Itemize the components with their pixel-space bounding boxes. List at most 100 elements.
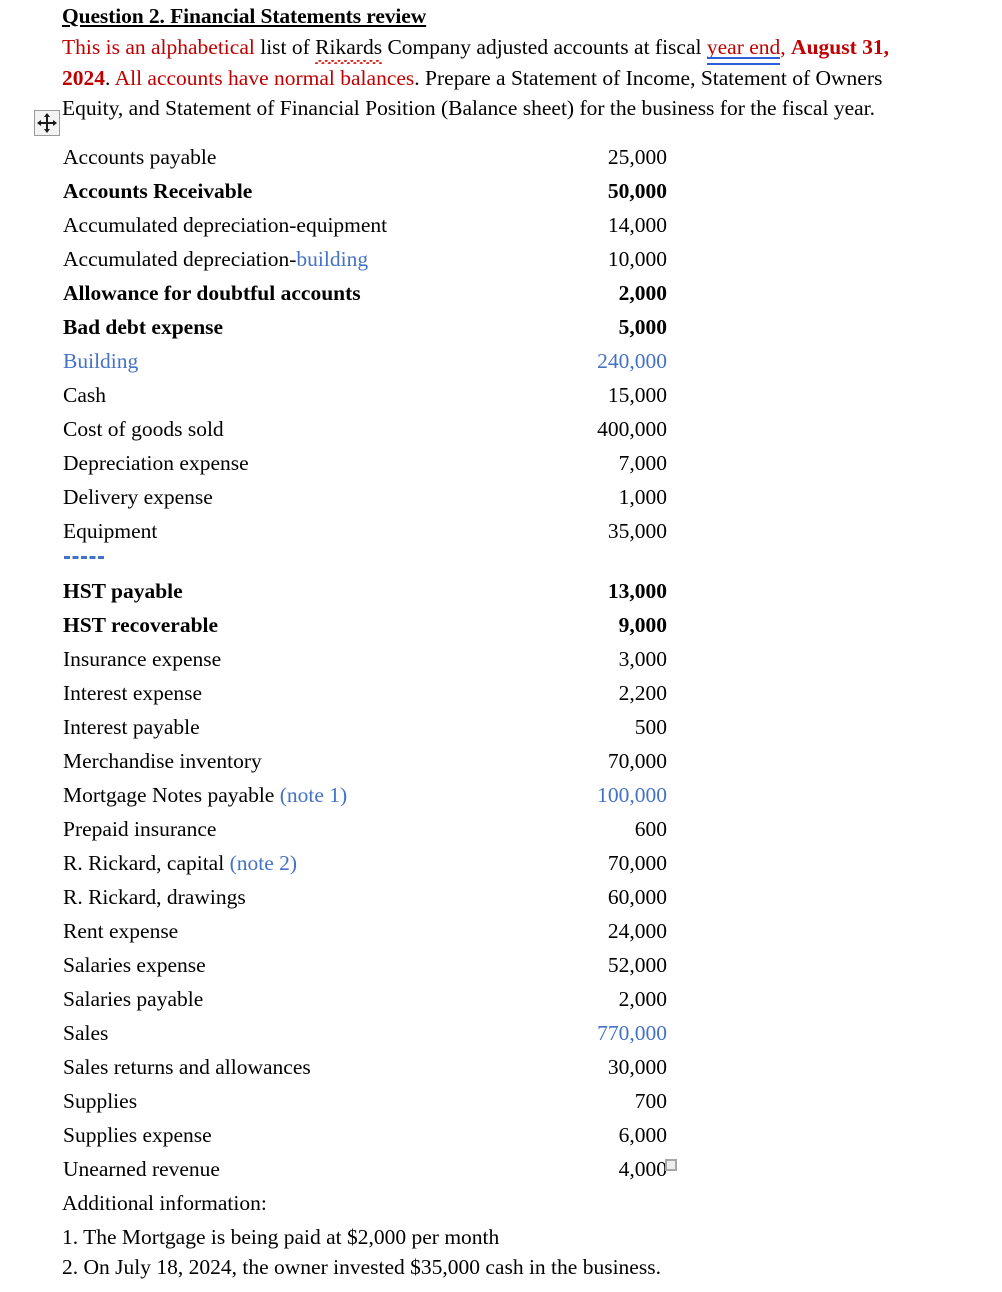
- account-amount: 600: [634, 817, 667, 841]
- table-row: Bad debt expense 5,000: [0, 310, 1002, 344]
- intro-segment-alphabetical: This is an alphabetical: [62, 35, 255, 59]
- account-name: Rent expense: [63, 914, 178, 948]
- account-name: Supplies expense: [63, 1118, 212, 1152]
- page-title: Question 2. Financial Statements review: [62, 4, 427, 28]
- additional-info-note-1: 1. The Mortgage is being paid at $2,000 …: [62, 1224, 500, 1249]
- account-amount: 100,000: [597, 783, 667, 807]
- account-amount: 2,000: [618, 281, 667, 305]
- account-amount: 70,000: [607, 851, 667, 875]
- table-row: Sales returns and allowances 30,000: [0, 1050, 1002, 1084]
- table-resize-handle[interactable]: [665, 1159, 677, 1171]
- account-amount: 60,000: [607, 885, 667, 909]
- account-amount: 10,000: [607, 247, 667, 271]
- account-name: Interest expense: [63, 676, 202, 710]
- account-amount: 500: [634, 715, 667, 739]
- account-name: Supplies: [63, 1084, 137, 1118]
- account-name-text: R. Rickard, drawings: [63, 885, 246, 909]
- account-name: Equipment: [63, 514, 157, 548]
- account-name-text: Salaries expense: [63, 953, 206, 977]
- table-row: Allowance for doubtful accounts 2,000: [0, 276, 1002, 310]
- account-amount: 25,000: [607, 145, 667, 169]
- account-name-text: Accounts payable: [63, 145, 217, 169]
- additional-information-block: Additional information: 1. The Mortgage …: [62, 1188, 942, 1283]
- account-name-text: Accounts Receivable: [63, 179, 253, 203]
- account-name: Cash: [63, 378, 106, 412]
- account-name: Bad debt expense: [63, 310, 223, 344]
- account-name: Building: [63, 344, 138, 378]
- account-name-text: HST payable: [63, 579, 183, 603]
- account-name-annotation: (note 2): [229, 851, 298, 875]
- account-amount: 3,000: [618, 647, 667, 671]
- account-name-annotation: building: [296, 247, 369, 271]
- account-amount: 24,000: [607, 919, 667, 943]
- intro-segment-period: .: [105, 65, 111, 90]
- account-name-text: Merchandise inventory: [63, 749, 262, 773]
- account-name: HST payable: [63, 574, 183, 608]
- account-name: Mortgage Notes payable (note 1): [63, 778, 347, 812]
- account-name: Accumulated depreciation-equipment: [63, 208, 387, 242]
- account-name: Unearned revenue: [63, 1152, 220, 1186]
- account-name-text: Interest expense: [63, 681, 203, 705]
- account-amount: 70,000: [607, 749, 667, 773]
- table-row: Prepaid insurance 600: [0, 812, 1002, 846]
- account-amount: 30,000: [607, 1055, 667, 1079]
- table-row: Depreciation expense 7,000: [0, 446, 1002, 480]
- account-amount: 4,000: [618, 1157, 667, 1181]
- account-name-text: Prepaid insurance: [63, 817, 217, 841]
- table-row: Accounts payable 25,000: [0, 140, 1002, 174]
- table-row: HST recoverable 9,000: [0, 608, 1002, 642]
- account-name: Sales returns and allowances: [63, 1050, 311, 1084]
- account-amount: 13,000: [607, 579, 667, 603]
- additional-info-note-2: 2. On July 18, 2024, the owner invested …: [62, 1255, 661, 1279]
- account-name-text: Delivery expense: [63, 485, 213, 509]
- account-name-text: Allowance for doubtful accounts: [63, 281, 361, 305]
- table-row: Building 240,000: [0, 344, 1002, 378]
- table-row: Salaries expense 52,000: [0, 948, 1002, 982]
- table-row: Accounts Receivable 50,000: [0, 174, 1002, 208]
- account-amount: 7,000: [618, 451, 667, 475]
- account-name-text: R. Rickard, capital: [63, 851, 230, 875]
- account-name-text: Interest payable: [63, 715, 200, 739]
- account-amount: 52,000: [607, 953, 667, 977]
- table-row: Merchandise inventory 70,000: [0, 744, 1002, 778]
- intro-segment-listof: list of: [254, 35, 316, 59]
- account-name-text: HST recoverable: [63, 613, 219, 637]
- intro-paragraph: This is an alphabetical list of Rikards …: [62, 32, 942, 124]
- account-name-text: Salaries payable: [63, 987, 204, 1011]
- table-row: Rent expense 24,000: [0, 914, 1002, 948]
- account-name: R. Rickard, capital (note 2): [63, 846, 297, 880]
- table-row: Cash 15,000: [0, 378, 1002, 412]
- account-amount: 770,000: [597, 1021, 667, 1045]
- table-move-handle[interactable]: [34, 110, 60, 136]
- grammar-flagged-year-end: year end: [706, 32, 781, 64]
- account-amount: 1,000: [618, 485, 667, 509]
- table-row: HST payable 13,000: [0, 574, 1002, 608]
- table-row: Cost of goods sold 400,000: [0, 412, 1002, 446]
- account-amount: 700: [634, 1089, 667, 1113]
- table-row: Unearned revenue 4,000: [0, 1152, 1002, 1186]
- account-name-text: Accumulated depreciation-: [63, 247, 297, 271]
- table-row: Supplies 700: [0, 1084, 1002, 1118]
- account-name-text: Sales: [63, 1021, 109, 1045]
- table-row: Supplies expense 6,000: [0, 1118, 1002, 1152]
- account-name-text: Sales returns and allowances: [63, 1055, 311, 1079]
- account-name-text: Mortgage Notes payable: [63, 783, 280, 807]
- table-row: Sales 770,000: [0, 1016, 1002, 1050]
- account-amount: 400,000: [597, 417, 667, 441]
- account-amount: 9,000: [618, 613, 667, 637]
- account-name: Allowance for doubtful accounts: [63, 276, 361, 310]
- account-name: Depreciation expense: [63, 446, 249, 480]
- misspelled-word-rikards: Rikards: [315, 32, 382, 63]
- account-amount: 35,000: [607, 519, 667, 543]
- account-name: Sales: [63, 1016, 108, 1050]
- table-row: R. Rickard, capital (note 2) 70,000: [0, 846, 1002, 880]
- table-row: Accumulated depreciation-building 10,000: [0, 242, 1002, 276]
- account-name-text: Supplies: [63, 1089, 138, 1113]
- table-row: Mortgage Notes payable (note 1) 100,000: [0, 778, 1002, 812]
- account-amount: 15,000: [607, 383, 667, 407]
- account-amount: 240,000: [597, 349, 667, 373]
- dashed-marker-row: [0, 548, 1002, 574]
- move-cross-icon: [37, 113, 57, 133]
- account-amount: 2,200: [618, 681, 667, 705]
- account-amount: 5,000: [618, 315, 667, 339]
